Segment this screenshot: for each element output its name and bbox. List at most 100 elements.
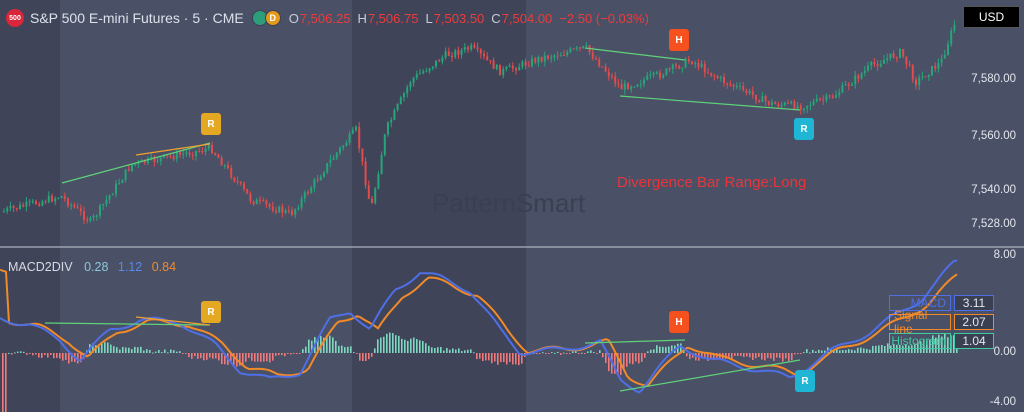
histogram-bar xyxy=(656,345,658,353)
histogram-bar xyxy=(845,350,847,353)
candle-body xyxy=(281,206,284,213)
candle-body xyxy=(921,76,924,78)
histogram-bar xyxy=(278,353,280,356)
divergence-marker[interactable]: H xyxy=(669,29,689,51)
change-value: −2.50 (−0.03%) xyxy=(559,10,649,26)
candle-body xyxy=(303,192,306,199)
candle-body xyxy=(697,62,700,68)
divergence-marker[interactable]: H xyxy=(669,311,689,333)
histogram-bar xyxy=(623,353,625,369)
histogram-bar xyxy=(287,353,289,354)
candle-body xyxy=(835,95,837,98)
histogram-bar xyxy=(161,352,163,354)
legend-histogram[interactable]: Histogram 1.04 xyxy=(889,333,994,349)
histogram-bar xyxy=(506,353,508,365)
histogram-bar xyxy=(200,353,202,359)
candle-body xyxy=(953,24,956,31)
candle-body xyxy=(108,195,111,200)
histogram-bar xyxy=(746,353,748,357)
candle-body xyxy=(323,172,325,177)
candle-body xyxy=(239,181,242,184)
symbol-title[interactable]: S&P 500 E-mini Futures · 5 · CME xyxy=(30,10,244,26)
histogram-bar xyxy=(194,353,196,357)
candle-body xyxy=(809,104,812,106)
candle-body xyxy=(911,65,914,80)
indicator-legend[interactable]: MACD2DIV 0.28 1.12 0.84 xyxy=(8,260,176,274)
histogram-bar xyxy=(821,350,823,353)
candle-body xyxy=(559,55,562,57)
candle-body xyxy=(291,210,293,215)
candle-body xyxy=(793,101,796,110)
candle-body xyxy=(723,76,725,84)
candle-body xyxy=(300,198,303,208)
candle-body xyxy=(735,85,738,87)
chart-window[interactable]: 500 S&P 500 E-mini Futures · 5 · CME G D… xyxy=(0,0,1024,412)
histogram-bar xyxy=(248,353,250,358)
candle-body xyxy=(595,58,597,60)
candle-body xyxy=(627,83,629,90)
histogram-bar xyxy=(653,349,655,353)
histogram-bar xyxy=(5,353,7,412)
candle-body xyxy=(521,61,524,67)
legend-signal[interactable]: Signal line 2.07 xyxy=(889,308,994,336)
histogram-bar xyxy=(293,353,295,354)
candle-body xyxy=(195,150,197,156)
histogram-bar xyxy=(470,349,472,353)
candle-body xyxy=(799,105,802,110)
histogram-bar xyxy=(221,353,223,364)
histogram-bar xyxy=(872,345,874,353)
candle-body xyxy=(636,84,639,87)
candle-body xyxy=(3,211,5,213)
candle-body xyxy=(38,204,41,206)
histogram-bar xyxy=(137,347,139,353)
histogram-bar xyxy=(50,353,52,355)
status-pill[interactable]: G D xyxy=(251,10,281,26)
candle-body xyxy=(527,65,530,67)
divergence-marker[interactable]: R xyxy=(201,113,221,135)
marker-label: H xyxy=(675,34,683,46)
histogram-bar xyxy=(146,349,148,353)
candle-body xyxy=(188,152,191,155)
histogram-bar xyxy=(650,349,652,353)
candle-body xyxy=(703,63,706,73)
histogram-bar xyxy=(800,353,802,354)
candle-body xyxy=(617,83,620,85)
histogram-bar xyxy=(299,353,301,354)
candle-body xyxy=(83,211,85,220)
candle-body xyxy=(169,155,172,157)
candle-body xyxy=(476,47,479,50)
histogram-bar xyxy=(572,351,574,353)
candle-body xyxy=(940,58,943,63)
candle-body xyxy=(483,53,485,57)
candle-body xyxy=(259,199,261,201)
legend-value: 1.04 xyxy=(954,333,994,349)
candle-body xyxy=(463,47,466,50)
histogram-bar xyxy=(761,353,763,360)
currency-selector[interactable]: USD xyxy=(963,6,1020,28)
divergence-marker[interactable]: R xyxy=(795,370,815,392)
candle-body xyxy=(92,216,95,218)
candle-body xyxy=(841,85,844,93)
candle-body xyxy=(505,67,508,70)
histogram-bar xyxy=(731,353,733,359)
divergence-marker[interactable]: R xyxy=(794,118,814,140)
divergence-marker[interactable]: R xyxy=(201,301,221,323)
candle-body xyxy=(639,83,642,85)
histogram-bar xyxy=(419,340,421,353)
candle-body xyxy=(460,49,463,55)
candle-body xyxy=(755,95,757,101)
histogram-bar xyxy=(164,349,166,353)
exchange-badge[interactable]: 500 xyxy=(6,9,24,27)
indicator-name[interactable]: MACD2DIV xyxy=(8,260,73,274)
candle-body xyxy=(255,199,258,205)
candle-body xyxy=(51,195,53,202)
histogram-bar xyxy=(749,353,751,358)
candle-body xyxy=(227,165,229,168)
candle-body xyxy=(899,49,901,58)
histogram-bar xyxy=(491,353,493,364)
candle-body xyxy=(934,66,937,69)
histogram-bar xyxy=(569,353,571,354)
histogram-bar xyxy=(398,335,400,353)
histogram-bar xyxy=(779,353,781,359)
legend-value: 2.07 xyxy=(954,314,994,330)
